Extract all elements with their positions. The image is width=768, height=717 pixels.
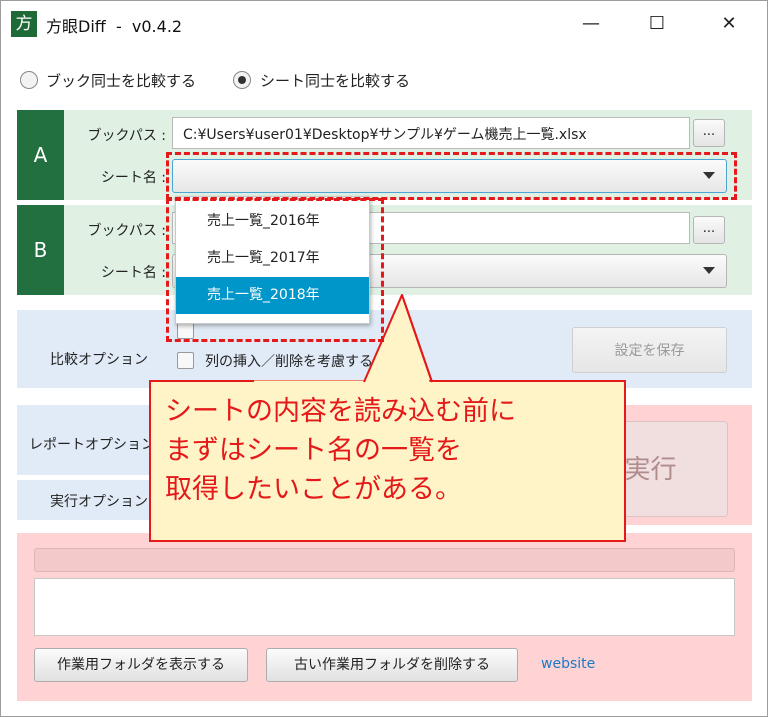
callout-pointer-mask xyxy=(254,294,433,384)
highlight-frame-sheet-combo xyxy=(166,152,737,200)
highlight-frame-dropdown xyxy=(166,198,384,342)
